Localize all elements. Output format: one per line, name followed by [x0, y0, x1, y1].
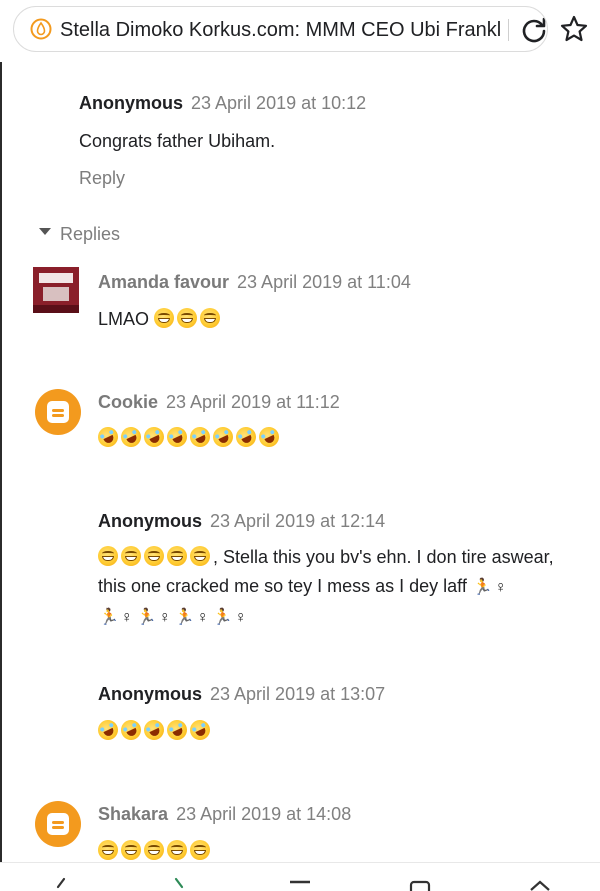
- reply-text: [94, 716, 214, 745]
- page-title: Stella Dimoko Korkus.com: MMM CEO Ubi Fr…: [60, 19, 500, 41]
- site-logo-icon: [30, 18, 52, 40]
- reply-date[interactable]: 23 April 2019 at 12:14: [210, 511, 385, 531]
- address-bar[interactable]: Stella Dimoko Korkus.com: MMM CEO Ubi Fr…: [13, 6, 548, 52]
- comment-text: Congrats father Ubiham.: [79, 131, 276, 151]
- reply-date[interactable]: 23 April 2019 at 11:04: [237, 272, 411, 292]
- female-sign-icon: ♀: [494, 579, 507, 596]
- back-icon[interactable]: [50, 877, 70, 891]
- laughing-emoji-icon: [163, 716, 191, 744]
- reply-author[interactable]: Cookie: [98, 392, 158, 412]
- reply-text: [94, 423, 283, 452]
- grinning-emoji-icon: [144, 546, 164, 566]
- reply-author[interactable]: Shakara: [98, 804, 168, 824]
- reply-header: Amanda favour 23 April 2019 at 11:04: [98, 271, 411, 293]
- laughing-emoji-icon: [117, 716, 145, 744]
- laughing-emoji-icon: [94, 423, 122, 451]
- grinning-emoji-icon: [200, 308, 221, 328]
- reply-text-content: , Stella this you bv's ehn. I don tire a…: [213, 547, 554, 567]
- blogger-icon[interactable]: [35, 389, 81, 435]
- reply-author[interactable]: Amanda favour: [98, 272, 229, 292]
- reply-date[interactable]: 23 April 2019 at 11:12: [166, 392, 340, 412]
- reply-date[interactable]: 23 April 2019 at 13:07: [210, 684, 385, 704]
- laughing-emoji-icon: [255, 423, 283, 451]
- tabs-icon[interactable]: [408, 877, 432, 891]
- star-icon[interactable]: [559, 14, 589, 44]
- comment-date[interactable]: 23 April 2019 at 10:12: [191, 93, 366, 113]
- collapse-arrow-icon[interactable]: [39, 228, 51, 235]
- grinning-emoji-icon: [167, 546, 187, 566]
- reply-header: Cookie 23 April 2019 at 11:12: [98, 391, 340, 413]
- browser-toolbar: Stella Dimoko Korkus.com: MMM CEO Ubi Fr…: [0, 0, 600, 62]
- address-divider: [508, 19, 509, 41]
- laughing-emoji-icon: [117, 423, 145, 451]
- menu-icon[interactable]: [288, 877, 312, 891]
- reply-link[interactable]: Reply: [79, 167, 125, 189]
- running-woman-icon: 🏃: [136, 609, 157, 626]
- grinning-emoji-icon: [167, 840, 187, 860]
- blogger-icon[interactable]: [35, 801, 81, 847]
- grinning-emoji-icon: [144, 840, 164, 860]
- laughing-emoji-icon: [140, 423, 168, 451]
- reply-text-content: this one cracked me so tey I mess as I d…: [98, 576, 467, 596]
- running-woman-icon: 🏃: [472, 579, 493, 596]
- comment-author[interactable]: Anonymous: [79, 93, 183, 113]
- grinning-emoji-icon: [177, 308, 198, 328]
- bottom-nav-bar: [0, 862, 600, 891]
- forward-icon[interactable]: [170, 877, 190, 891]
- laughing-emoji-icon: [94, 716, 122, 744]
- female-sign-icon: ♀: [158, 609, 171, 626]
- reply-text-line: , Stella this you bv's ehn. I don tire a…: [98, 543, 588, 572]
- grinning-emoji-icon: [98, 546, 118, 566]
- reply-text-line: 🏃 ♀ 🏃 ♀ 🏃 ♀ 🏃 ♀: [98, 602, 588, 632]
- reply-author[interactable]: Anonymous: [98, 684, 202, 704]
- female-sign-icon: ♀: [196, 609, 209, 626]
- laughing-emoji-icon: [163, 423, 191, 451]
- comments-section: Anonymous 23 April 2019 at 10:12 Congrats…: [0, 62, 600, 862]
- running-woman-icon: 🏃: [174, 609, 195, 626]
- comment-header: Anonymous 23 April 2019 at 10:12: [79, 92, 366, 114]
- female-sign-icon: ♀: [234, 609, 247, 626]
- running-woman-icon: 🏃: [99, 609, 119, 626]
- grinning-emoji-icon: [121, 546, 141, 566]
- grinning-emoji-icon: [98, 840, 118, 860]
- laughing-emoji-icon: [209, 423, 237, 451]
- laughing-emoji-icon: [186, 716, 214, 744]
- grinning-emoji-icon: [154, 308, 175, 328]
- laughing-emoji-icon: [232, 423, 260, 451]
- reply-text: [98, 837, 213, 862]
- avatar[interactable]: [33, 267, 79, 313]
- running-woman-icon: 🏃: [212, 609, 233, 626]
- laughing-emoji-icon: [140, 716, 168, 744]
- grinning-emoji-icon: [190, 840, 210, 860]
- home-icon[interactable]: [528, 877, 552, 891]
- reply-author[interactable]: Anonymous: [98, 511, 202, 531]
- reply-date[interactable]: 23 April 2019 at 14:08: [176, 804, 351, 824]
- grinning-emoji-icon: [190, 546, 210, 566]
- reload-icon[interactable]: [519, 15, 548, 45]
- reply-header: Shakara 23 April 2019 at 14:08: [98, 803, 351, 825]
- reply-text-line: this one cracked me so tey I mess as I d…: [98, 572, 588, 602]
- reply-text: LMAO: [98, 305, 223, 333]
- reply-header: Anonymous 23 April 2019 at 13:07: [98, 683, 385, 705]
- female-sign-icon: ♀: [120, 609, 133, 626]
- grinning-emoji-icon: [121, 840, 141, 860]
- reply-text-content: LMAO: [98, 309, 150, 329]
- reply-text: , Stella this you bv's ehn. I don tire a…: [98, 543, 588, 632]
- laughing-emoji-icon: [186, 423, 214, 451]
- reply-header: Anonymous 23 April 2019 at 12:14: [98, 510, 385, 532]
- replies-toggle[interactable]: Replies: [60, 223, 120, 245]
